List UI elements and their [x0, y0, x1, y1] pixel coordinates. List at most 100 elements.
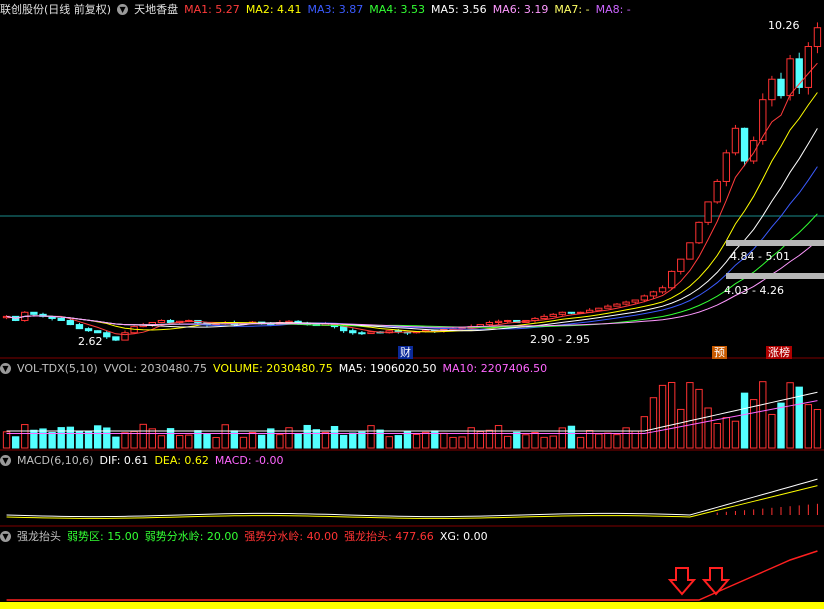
macd-title[interactable]: MACD(6,10,6) — [17, 454, 94, 467]
volume-bar — [11, 436, 20, 449]
candle-body — [749, 140, 758, 162]
candle-body — [731, 127, 740, 154]
volume-bar — [121, 432, 129, 449]
ma-item-5: MA6: 3.19 — [492, 2, 549, 16]
dragon-title[interactable]: 强龙抬头 — [17, 528, 61, 544]
macd-item-1: DEA: 0.62 — [154, 453, 209, 467]
candle-body — [166, 319, 175, 324]
volume-bar — [658, 384, 667, 449]
chevron-down-icon[interactable]: ▼ — [117, 3, 129, 15]
volume-bar — [522, 434, 530, 449]
candle-body — [704, 201, 712, 223]
marker-forecast[interactable]: 预 — [712, 346, 727, 359]
indicator-name[interactable]: 天地香盘 — [134, 1, 178, 17]
volume-title[interactable]: VOL-TDX(5,10) — [17, 362, 98, 375]
candle-body — [485, 322, 494, 326]
ma-line — [6, 240, 818, 328]
volume-bar — [321, 431, 330, 449]
ma-line — [6, 166, 818, 330]
dragon-item-2: 强势分水岭: 40.00 — [244, 530, 339, 543]
candle-body — [358, 332, 366, 335]
volume-bar — [239, 436, 248, 449]
volume-bar — [595, 433, 603, 449]
volume-bar — [21, 424, 29, 449]
volume-bar — [294, 433, 302, 449]
volume-bar — [412, 433, 421, 449]
candle-body — [631, 299, 639, 303]
volume-bar — [604, 432, 612, 449]
candle-body — [759, 99, 767, 142]
candle-body — [604, 305, 612, 309]
candle-body — [75, 324, 84, 330]
stock-title[interactable]: 联创股份(日线 前复权) — [0, 1, 111, 17]
volume-bar — [421, 431, 430, 449]
macd-legend: DIF: 0.61 DEA: 0.62 MACD: -0.00 — [100, 454, 290, 467]
volume-bar — [549, 435, 557, 449]
volume-bar — [175, 435, 184, 449]
dragon-panel-header: ▼ 强龙抬头 弱势区: 15.00 弱势分水岭: 20.00 强势分水岭: 40.0… — [0, 528, 500, 544]
candle-body — [686, 242, 694, 260]
volume-bar — [713, 423, 721, 449]
dragon-line — [6, 550, 818, 601]
volume-bar — [221, 424, 229, 449]
candle-body — [567, 311, 576, 314]
volume-bar — [257, 434, 266, 449]
candle-body — [66, 319, 75, 326]
candle-body — [768, 78, 776, 101]
buy-signal-arrow-icon — [701, 567, 731, 596]
ma-item-4: MA5: 3.56 — [430, 2, 487, 16]
candle-body — [677, 258, 685, 272]
candle-body — [121, 332, 129, 341]
marker-top-gainers[interactable]: 涨榜 — [766, 346, 792, 359]
range-label-3: 2.90 - 2.95 — [530, 333, 590, 346]
stock-chart[interactable] — [0, 0, 824, 609]
candle-body — [93, 330, 102, 334]
volume-bar — [513, 431, 521, 449]
candle-body — [613, 303, 621, 307]
volume-bar — [185, 434, 193, 449]
candle-body — [112, 336, 120, 341]
volume-bar — [704, 407, 712, 449]
volume-bar — [494, 425, 503, 449]
candle-body — [503, 319, 512, 322]
volume-bar — [349, 432, 357, 449]
ma-item-2: MA3: 3.87 — [307, 2, 364, 16]
chevron-down-icon[interactable]: ▼ — [0, 454, 11, 466]
macd-dif-line — [6, 478, 818, 518]
candle-body — [640, 295, 649, 301]
volume-bar — [613, 434, 621, 449]
dragon-legend: 弱势区: 15.00 弱势分水岭: 20.00 强势分水岭: 40.00 强龙抬头: … — [67, 528, 494, 544]
volume-bar — [330, 426, 339, 449]
candle-body — [786, 58, 794, 97]
candle-body — [549, 313, 557, 317]
candle-body — [804, 46, 813, 88]
volume-bar — [768, 413, 776, 449]
chevron-down-icon[interactable]: ▼ — [0, 362, 11, 374]
range-label-1: 4.84 - 5.01 — [730, 250, 790, 263]
candle-body — [494, 320, 503, 324]
candle-body — [339, 326, 348, 332]
volume-bar — [139, 423, 147, 449]
volume-panel-header: ▼ VOL-TDX(5,10) VVOL: 2030480.75 VOLUME: … — [0, 360, 559, 376]
candle-body — [57, 317, 65, 321]
ma-item-1: MA2: 4.41 — [245, 2, 302, 16]
volume-bar — [367, 425, 375, 449]
candle-body — [740, 127, 749, 162]
chevron-down-icon[interactable]: ▼ — [0, 530, 11, 542]
volume-item-3: MA10: 2207406.50 — [442, 361, 548, 375]
volume-bar — [503, 435, 512, 449]
marker-finance[interactable]: 财 — [398, 346, 413, 359]
volume-bar — [449, 436, 457, 449]
volume-bar — [531, 431, 539, 449]
volume-bar — [212, 437, 220, 449]
volume-bar — [394, 435, 403, 449]
volume-bar — [777, 402, 785, 449]
candle-body — [722, 152, 731, 182]
macd-item-2: MACD: -0.00 — [214, 453, 284, 467]
volume-bar — [759, 381, 767, 449]
macd-item-0: DIF: 0.61 — [99, 453, 149, 467]
volume-bar — [458, 436, 466, 449]
candle-body — [367, 331, 375, 335]
dragon-item-3: 强龙抬头: 477.66 — [344, 530, 434, 543]
candle-body — [540, 315, 548, 319]
